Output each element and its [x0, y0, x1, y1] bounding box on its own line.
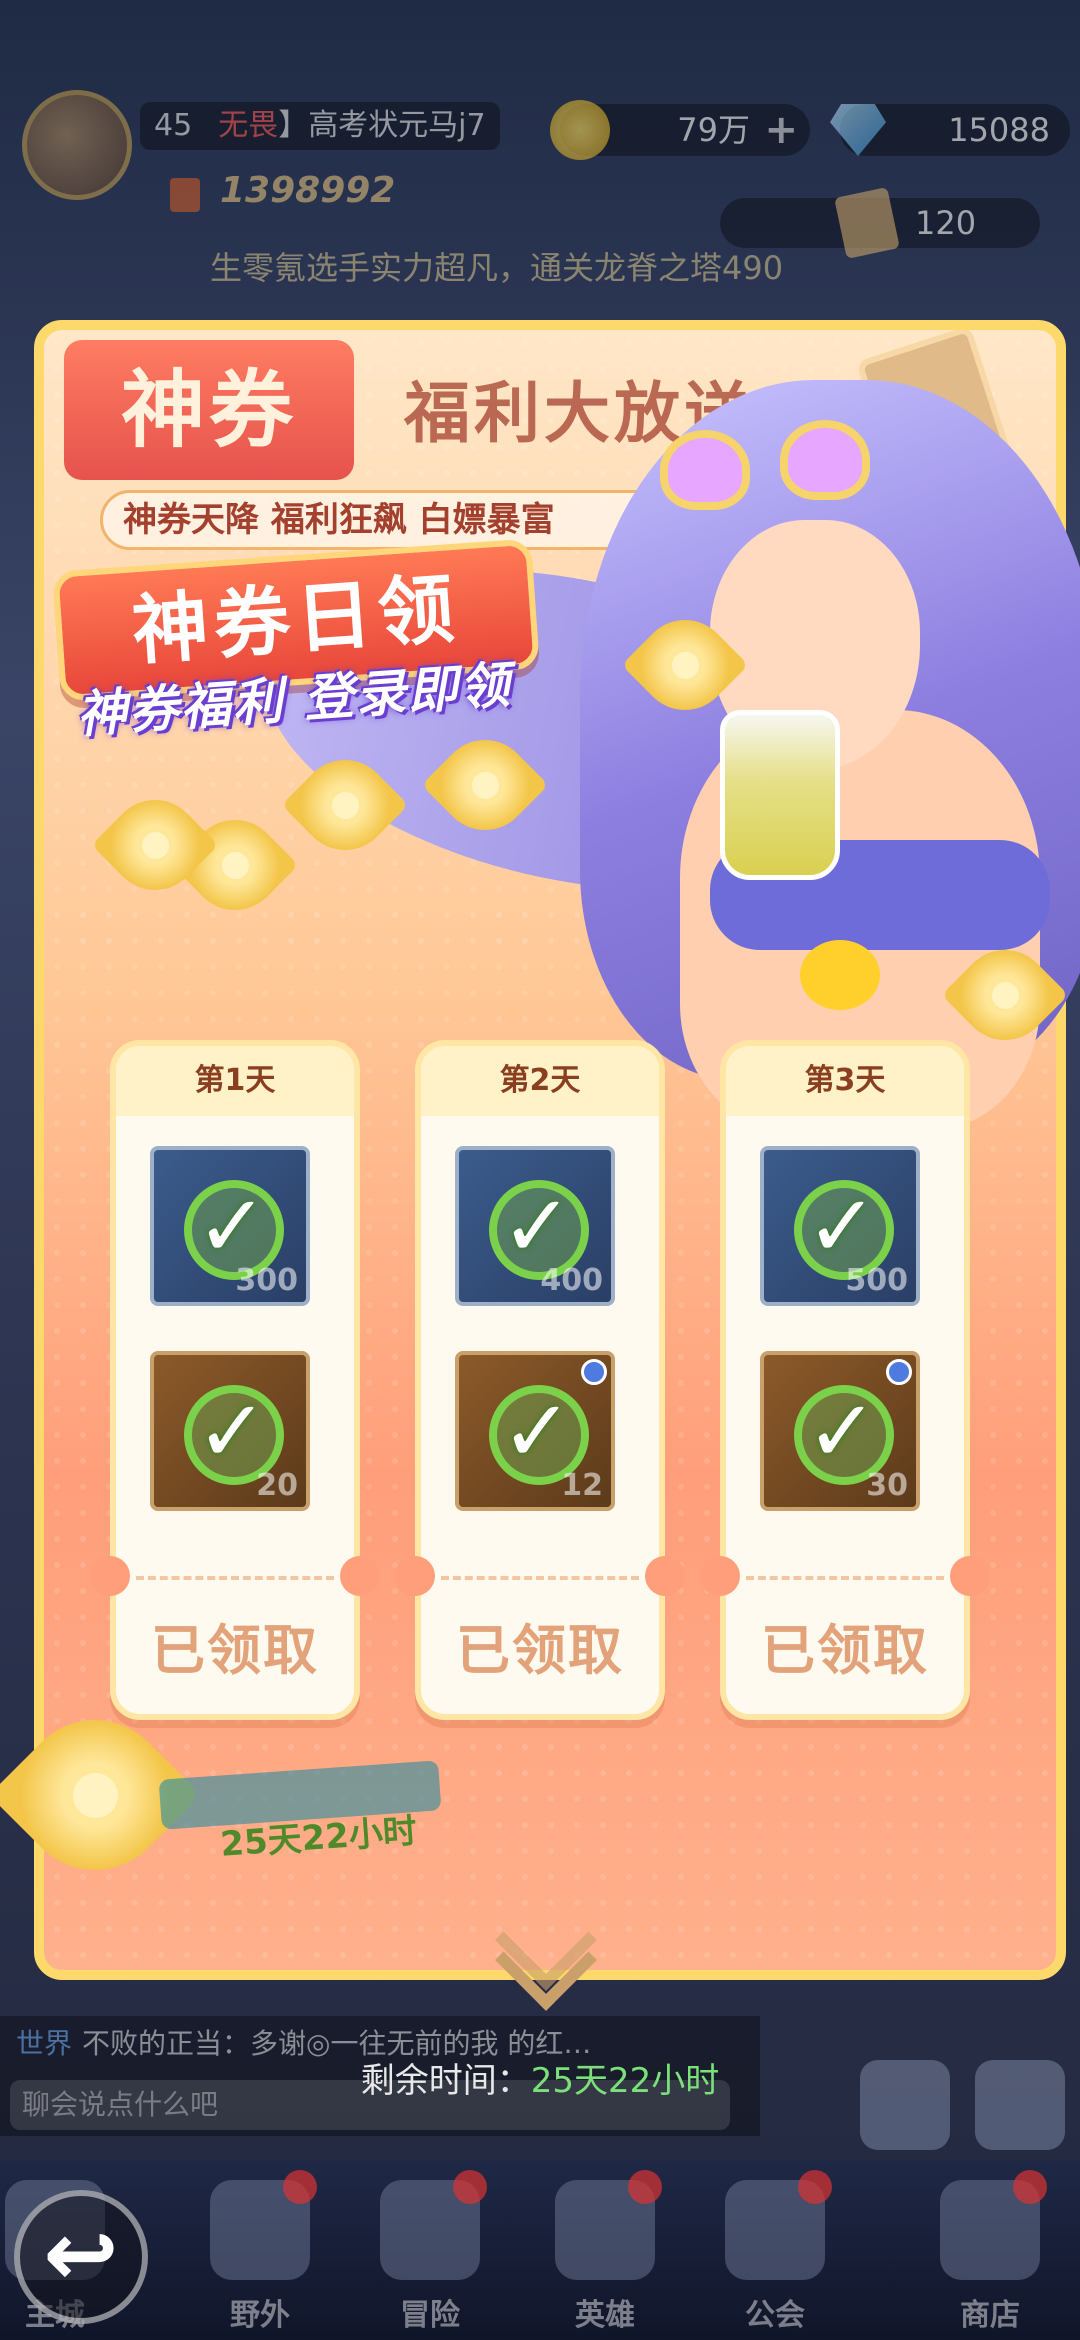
notification-dot	[628, 2170, 662, 2204]
reward-item[interactable]: ✓ 20	[150, 1351, 310, 1511]
chest-icon[interactable]	[975, 2060, 1065, 2150]
coin-icon	[550, 100, 610, 160]
nav-label: 商店	[960, 2298, 1020, 2333]
flower-icon	[20, 1720, 170, 1870]
flower-icon	[440, 740, 530, 830]
reward-item[interactable]: ✓ 30	[760, 1351, 920, 1511]
clock-icon	[886, 1359, 912, 1385]
ticket-value: 120	[915, 204, 977, 242]
flower-icon	[960, 950, 1050, 1040]
reward-item[interactable]: ✓ 300	[150, 1146, 310, 1306]
heart-glasses-icon	[660, 420, 900, 520]
reward-item[interactable]: ✓ 400	[455, 1146, 615, 1306]
notification-dot	[798, 2170, 832, 2204]
nav-adventure[interactable]: 冒险	[355, 2170, 505, 2340]
gold-counter: 79万 +	[550, 100, 810, 160]
claimed-status: 已领取	[456, 1619, 624, 1682]
add-gold-button[interactable]: +	[764, 104, 798, 156]
remaining-time-label: 剩余时间：	[360, 2061, 531, 2101]
panel-badge: 神券	[64, 340, 354, 480]
item-count: 12	[561, 1468, 603, 1503]
day-card-2: 第2天 ✓ 400 ✓ 12 已领取	[395, 1040, 685, 1720]
check-icon: ✓	[501, 1382, 574, 1482]
chevron-down-icon[interactable]	[490, 1910, 590, 1990]
ticket-counter: 120	[720, 187, 1040, 259]
nav-field[interactable]: 野外	[185, 2170, 335, 2340]
back-button[interactable]: ↩	[14, 2190, 148, 2324]
nav-shop[interactable]: 商店	[915, 2170, 1065, 2340]
clock-icon	[581, 1359, 607, 1385]
ranking-icon[interactable]	[860, 2060, 950, 2150]
notification-dot	[453, 2170, 487, 2204]
reward-item[interactable]: ✓ 12	[455, 1351, 615, 1511]
notification-dot	[283, 2170, 317, 2204]
back-arrow-icon: ↩	[43, 2202, 119, 2307]
flower-icon	[640, 620, 730, 710]
flower-icon	[110, 800, 200, 890]
nav-label: 英雄	[575, 2298, 635, 2333]
gold-value: 79万	[677, 111, 750, 149]
power-icon	[170, 178, 200, 212]
marquee-text: 生零氪选手实力超凡，通关龙脊之塔490	[210, 249, 784, 287]
nav-guild[interactable]: 公会	[700, 2170, 850, 2340]
day-label: 第1天	[116, 1046, 354, 1116]
ticket-icon	[834, 187, 900, 259]
diamond-counter: 15088	[830, 104, 1070, 156]
remaining-time-value: 25天22小时	[530, 2061, 720, 2101]
avatar[interactable]	[22, 90, 132, 200]
duck-icon	[800, 940, 880, 1010]
nav-label: 冒险	[400, 2298, 460, 2333]
notification-dot	[1013, 2170, 1047, 2204]
diamond-icon	[830, 104, 886, 156]
nav-label: 公会	[745, 2298, 805, 2333]
daily-reward-cards: 第1天 ✓ 300 ✓ 20 已领取 第2天 ✓ 400 ✓ 12 已领取 第3…	[90, 1040, 990, 1720]
player-level: 45	[154, 108, 193, 143]
bottom-nav: 主城 野外 冒险 英雄 公会 商店	[0, 2160, 1080, 2340]
flower-icon	[300, 760, 390, 850]
diamond-value: 15088	[948, 111, 1050, 149]
combat-power: 1398992	[220, 170, 396, 211]
claimed-status: 已领取	[761, 1619, 929, 1682]
check-icon: ✓	[196, 1177, 269, 1277]
claimed-status: 已领取	[151, 1619, 319, 1682]
nav-heroes[interactable]: 英雄	[530, 2170, 680, 2340]
day-card-3: 第3天 ✓ 500 ✓ 30 已领取	[700, 1040, 990, 1720]
check-icon: ✓	[806, 1382, 879, 1482]
check-icon: ✓	[196, 1382, 269, 1482]
day-card-1: 第1天 ✓ 300 ✓ 20 已领取	[90, 1040, 380, 1720]
item-count: 30	[866, 1468, 908, 1503]
check-icon: ✓	[501, 1177, 574, 1277]
item-count: 400	[540, 1263, 603, 1298]
day-label: 第3天	[726, 1046, 964, 1116]
guild-tag: 无畏	[218, 108, 279, 143]
reward-item[interactable]: ✓ 500	[760, 1146, 920, 1306]
drink-cup-icon	[720, 710, 840, 880]
check-icon: ✓	[806, 1177, 879, 1277]
item-count: 300	[235, 1263, 298, 1298]
player-name: 高考状元马j7	[308, 108, 486, 143]
item-count: 500	[845, 1263, 908, 1298]
player-info: 45 无畏】高考状元马j7	[140, 102, 500, 150]
item-count: 20	[256, 1468, 298, 1503]
day-label: 第2天	[421, 1046, 659, 1116]
nav-label: 野外	[230, 2298, 290, 2333]
